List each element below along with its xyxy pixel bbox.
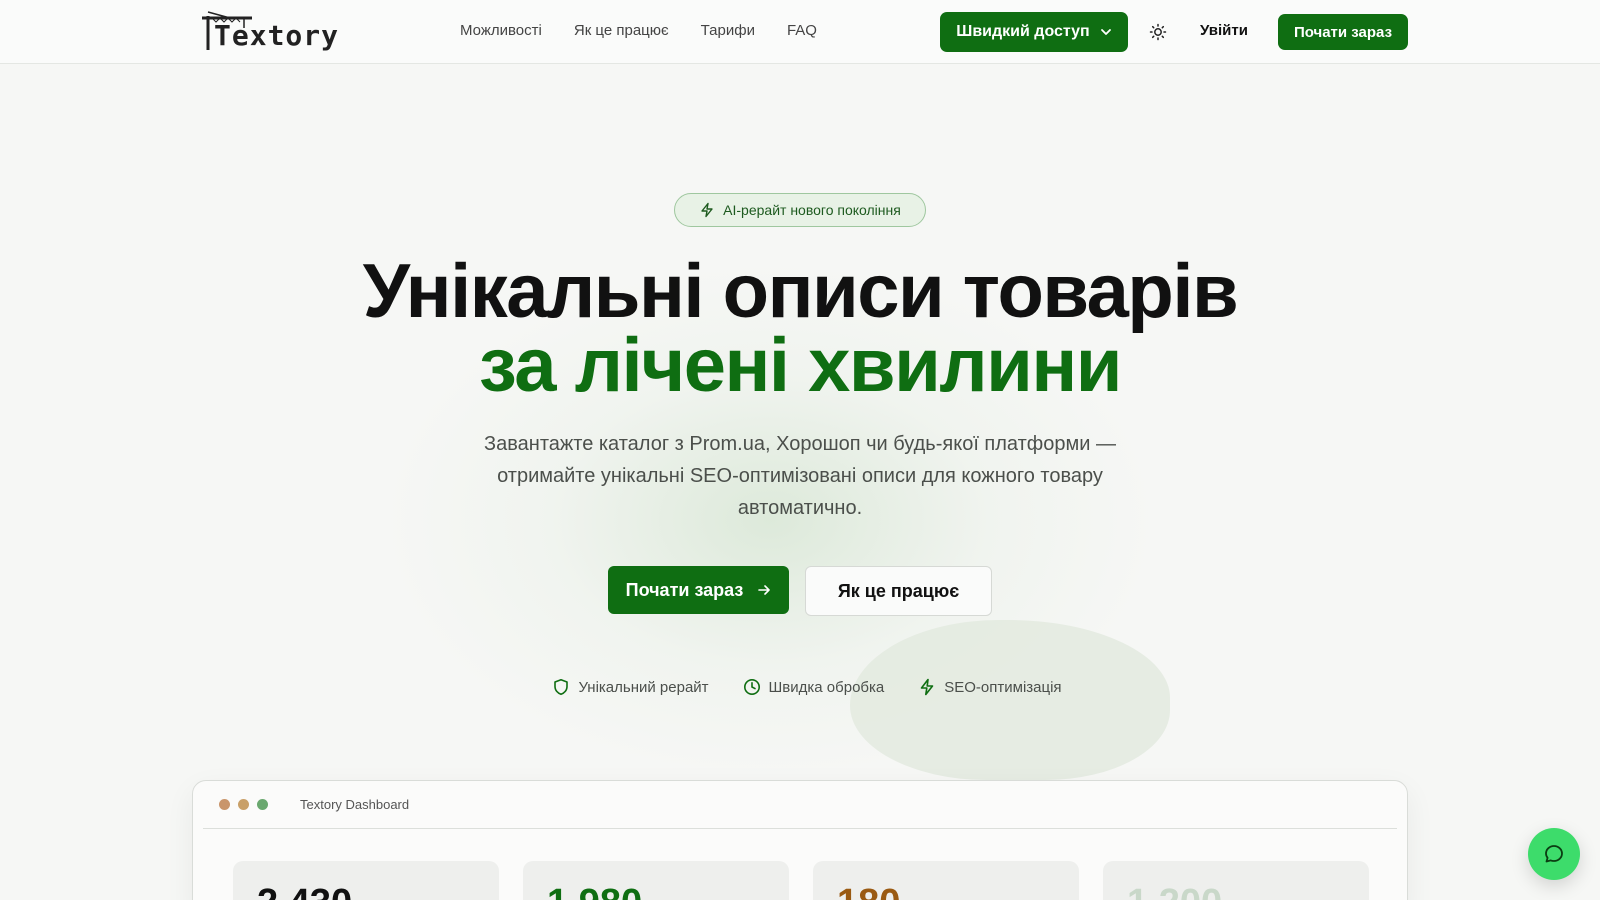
dashboard-preview: Textory Dashboard 2,430 1,980 180 1,200: [192, 780, 1408, 900]
stat-card: 2,430: [233, 861, 499, 900]
feature-label: SEO-оптимізація: [944, 678, 1062, 696]
dashboard-title: Textory Dashboard: [300, 797, 410, 812]
lightning-icon: [701, 202, 713, 218]
theme-toggle[interactable]: [1146, 20, 1170, 44]
stat-value: 2,430: [257, 883, 475, 900]
arrow-right-icon: [758, 585, 771, 595]
hero-start-button[interactable]: Почати зараз: [608, 566, 789, 614]
crane-icon: [202, 11, 252, 50]
window-dot: [257, 799, 268, 810]
hero-start-label: Почати зараз: [625, 579, 744, 600]
nav-item-faq[interactable]: FAQ: [787, 22, 817, 39]
lightning-icon: [920, 678, 934, 696]
feature-item: Унікальний рерайт: [552, 678, 709, 696]
hero-title-line1: Унікальні описи товарів: [362, 249, 1239, 334]
main-nav: Можливості Як це працює Тарифи FAQ: [460, 22, 817, 39]
feature-label: Унікальний рерайт: [578, 678, 709, 696]
hero-background-shape: [850, 620, 1170, 780]
nav-item-pricing[interactable]: Тарифи: [701, 22, 755, 39]
feature-item: SEO-оптимізація: [918, 678, 1062, 696]
login-link[interactable]: Увійти: [1200, 22, 1248, 39]
quick-access-button[interactable]: Швидкий доступ: [940, 12, 1128, 52]
hero-badge: AI-рерайт нового покоління: [674, 193, 926, 227]
stat-card: 1,980: [523, 861, 789, 900]
feature-item: Швидка обробка: [743, 678, 885, 696]
hero-subtitle: Завантажте каталог з Prom.ua, Хорошоп чи…: [484, 433, 1116, 519]
chat-bubble-icon: [1545, 845, 1563, 863]
stat-value: 1,200: [1127, 883, 1345, 900]
hero-title-line2: за лічені хвилини: [479, 323, 1122, 408]
dashboard-titlebar: Textory Dashboard: [203, 781, 1397, 829]
clock-icon: [743, 679, 760, 695]
chevron-down-icon: [1100, 29, 1111, 35]
stat-value: 180: [837, 883, 1055, 900]
hero-title: Унікальні описи товарів за лічені хвилин…: [0, 249, 1600, 408]
nav-item-features[interactable]: Можливості: [460, 22, 542, 39]
feature-label: Швидка обробка: [768, 678, 885, 696]
site-header: Textory Можливості Як це працює Тарифи F…: [0, 0, 1600, 64]
header-start-button[interactable]: Почати зараз: [1278, 14, 1408, 50]
nav-item-how-it-works[interactable]: Як це працює: [574, 22, 669, 39]
chat-button[interactable]: [1528, 828, 1580, 880]
quick-access-label: Швидкий доступ: [956, 23, 1090, 40]
feature-list: Унікальний рерайт Швидка обробка SEO-опт…: [0, 678, 1600, 696]
logo[interactable]: Textory: [200, 8, 339, 52]
stat-value: 1,980: [547, 883, 765, 900]
stat-card: 1,200: [1103, 861, 1369, 900]
shield-icon: [554, 679, 569, 696]
hero-badge-label: AI-рерайт нового покоління: [723, 202, 901, 218]
how-it-works-button[interactable]: Як це працює: [805, 566, 992, 616]
stat-card: 180: [813, 861, 1079, 900]
sun-icon: [1149, 23, 1167, 41]
window-dot: [219, 799, 230, 810]
window-dot: [238, 799, 249, 810]
